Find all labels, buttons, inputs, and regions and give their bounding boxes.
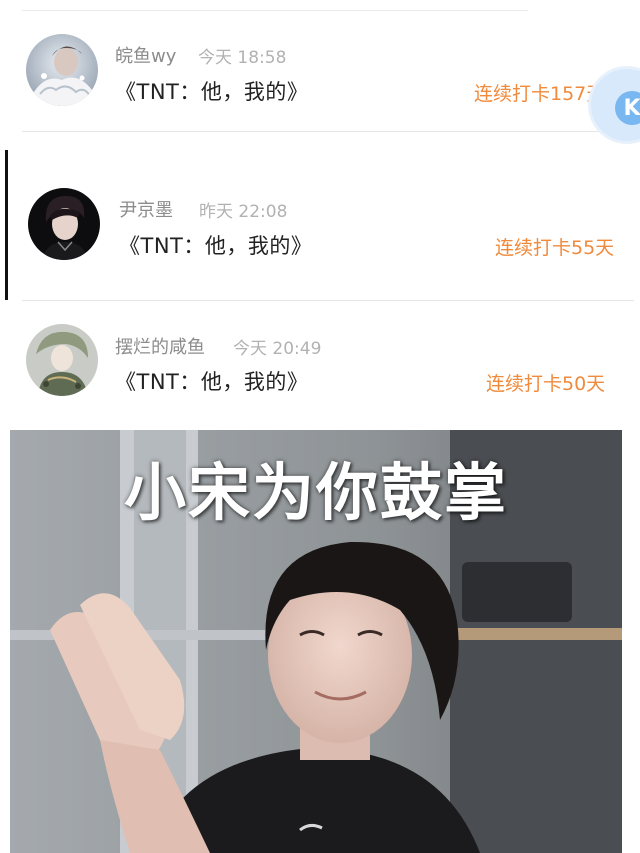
divider xyxy=(22,300,634,301)
username[interactable]: 摆烂的咸鱼 xyxy=(115,333,205,359)
avatar-anime-character-icon xyxy=(26,324,98,396)
user-avatar[interactable] xyxy=(28,188,100,260)
user-avatar[interactable] xyxy=(26,34,98,106)
divider xyxy=(22,131,634,132)
timestamp: 今天 18:58 xyxy=(198,48,287,68)
timestamp: 昨天 22:08 xyxy=(199,202,288,222)
comment-card-2[interactable]: 尹京墨 昨天 22:08 《TNT：他，我的》 连续打卡55天 xyxy=(8,166,634,301)
username[interactable]: 皖鱼wy xyxy=(115,42,176,68)
avatar-girl-lace-icon xyxy=(26,34,98,106)
k-logo-icon: K xyxy=(615,91,640,125)
comment-card-3[interactable]: 摆烂的咸鱼 今天 20:49 《TNT：他，我的》 连续打卡50天 xyxy=(8,306,634,421)
comment-text: 《TNT：他，我的》 xyxy=(115,80,309,104)
username[interactable]: 尹京墨 xyxy=(119,196,173,222)
meme-image[interactable]: 小宋为你鼓掌 xyxy=(10,430,622,853)
top-divider xyxy=(22,10,528,11)
comment-text: 《TNT：他，我的》 xyxy=(119,234,313,258)
meme-caption: 小宋为你鼓掌 xyxy=(123,456,508,529)
avatar-boy-portrait-icon xyxy=(28,188,100,260)
comment-card-1[interactable]: 皖鱼wy 今天 18:58 《TNT：他，我的》 连续打卡157天 xyxy=(8,12,634,132)
user-avatar[interactable] xyxy=(26,324,98,396)
left-accent-bar xyxy=(5,150,8,300)
checkin-streak-badge: 连续打卡55天 xyxy=(495,237,615,259)
comment-feed-screenshot: 皖鱼wy 今天 18:58 《TNT：他，我的》 连续打卡157天 尹京墨 昨天… xyxy=(0,0,640,853)
checkin-streak-badge: 连续打卡50天 xyxy=(486,373,606,395)
timestamp: 今天 20:49 xyxy=(233,339,322,359)
checkin-streak-badge: 连续打卡157天 xyxy=(474,83,606,105)
comment-text: 《TNT：他，我的》 xyxy=(115,370,309,394)
